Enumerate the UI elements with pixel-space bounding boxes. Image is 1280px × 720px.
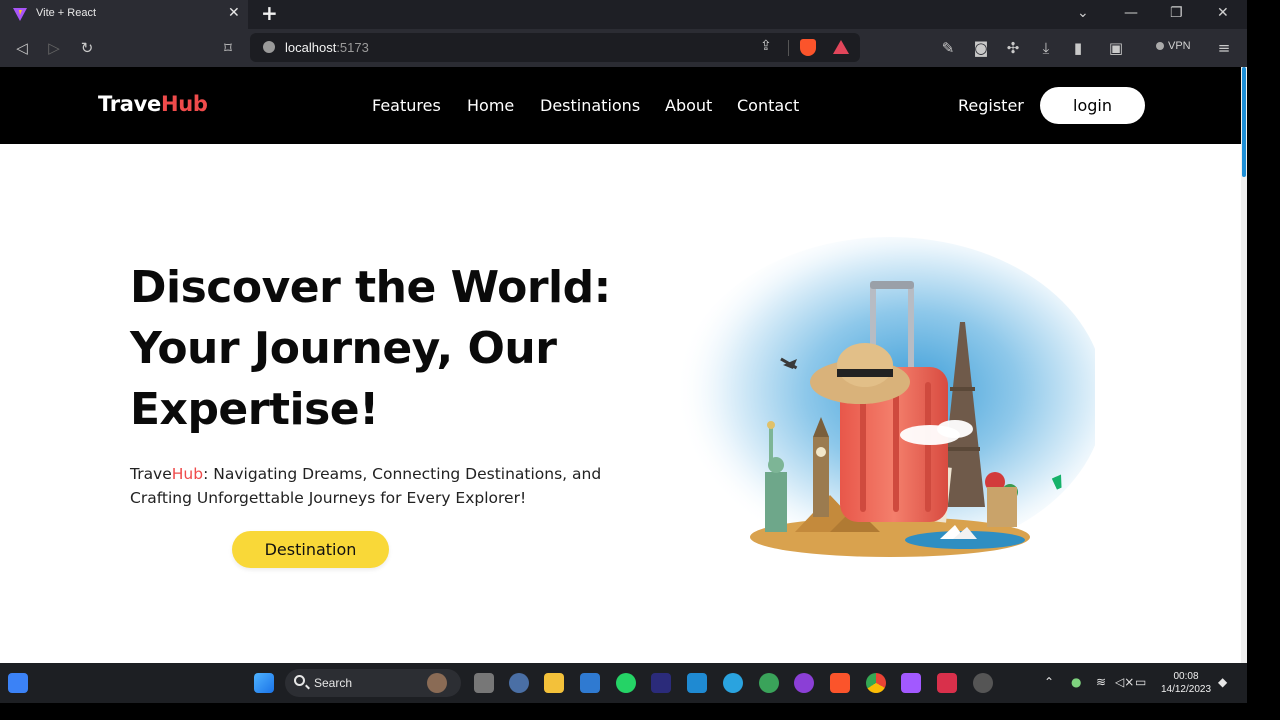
nav-link-destinations[interactable]: Destinations [540, 96, 640, 115]
whatsapp-icon[interactable] [616, 673, 636, 693]
restore-icon[interactable]: ❐ [1170, 5, 1183, 21]
vpn-button[interactable]: VPN [1156, 40, 1191, 52]
speaker-muted-icon[interactable]: ◁× [1115, 675, 1134, 689]
wallet-icon[interactable]: ▣ [1106, 38, 1126, 58]
taskbar-search[interactable]: Search [285, 669, 461, 697]
battery-icon[interactable]: ▭ [1135, 675, 1146, 689]
url-text[interactable]: localhost:5173 [285, 40, 369, 55]
chrome-icon[interactable] [866, 673, 886, 693]
vpn-label: VPN [1168, 40, 1191, 52]
hero-subtitle: TraveHub: Navigating Dreams, Connecting … [130, 462, 650, 510]
photos-icon[interactable] [580, 673, 600, 693]
wifi-icon[interactable]: ≋ [1096, 675, 1106, 689]
taskbar-clock[interactable]: 00:08 14/12/2023 [1158, 670, 1214, 696]
url-host: localhost [285, 40, 337, 55]
screenshot-icon[interactable]: ◙ [971, 38, 991, 58]
menu-icon[interactable]: ≡ [1214, 38, 1234, 58]
search-icon [294, 675, 305, 686]
tab-search-icon[interactable]: ⌄ [1077, 5, 1089, 21]
share-icon[interactable]: ⇪ [760, 38, 772, 54]
microphone-icon[interactable]: ● [1071, 675, 1081, 689]
windows-start-icon[interactable] [254, 673, 274, 693]
acrobat-icon[interactable] [937, 673, 957, 693]
tab-title: Vite + React [36, 7, 97, 19]
nav-link-contact[interactable]: Contact [737, 96, 799, 115]
nav-link-about[interactable]: About [665, 96, 712, 115]
search-label: Search [314, 676, 353, 690]
app-icon[interactable] [509, 673, 529, 693]
nav-link-home[interactable]: Home [467, 96, 514, 115]
scrollbar-thumb[interactable] [1242, 67, 1246, 177]
task-view-icon[interactable] [474, 673, 494, 693]
notification-bell-icon[interactable]: ◆ [1218, 675, 1227, 689]
register-link[interactable]: Register [958, 96, 1024, 115]
login-button[interactable]: login [1040, 87, 1145, 124]
site-navbar: TraveHub Features Home Destinations Abou… [0, 67, 1241, 144]
reload-icon[interactable]: ↻ [77, 38, 97, 58]
eyedropper-icon[interactable]: ✎ [938, 38, 958, 58]
chevron-up-icon[interactable]: ⌃ [1044, 675, 1054, 689]
extensions-icon[interactable]: ✣ [1003, 38, 1023, 58]
telegram-icon[interactable] [723, 673, 743, 693]
vpn-status-icon [1156, 42, 1164, 50]
logo-part-2: Hub [160, 92, 208, 116]
new-tab-button[interactable]: + [261, 3, 278, 23]
screen: Vite + React ✕ + ⌄ — ❐ ✕ ◁ ▷ ↻ ⌑ localho… [0, 0, 1280, 720]
browser-tab[interactable]: Vite + React ✕ [0, 0, 248, 29]
intellij-icon[interactable] [651, 673, 671, 693]
brave-shields-icon[interactable] [800, 39, 816, 56]
logo-part-1: Trave [98, 92, 161, 116]
back-icon[interactable]: ◁ [12, 38, 32, 58]
browser-toolbar: ◁ ▷ ↻ ⌑ localhost:5173 ⇪ ✎ ◙ ✣ ⤓ ▮ ▣ VPN… [0, 29, 1247, 67]
subtitle-brand-a: Trave [130, 465, 172, 483]
url-port: :5173 [336, 40, 369, 55]
download-icon[interactable]: ⤓ [1036, 38, 1056, 58]
bookmark-icon[interactable]: ⌑ [218, 38, 238, 58]
brave-rewards-icon[interactable] [833, 40, 849, 54]
clock-app-icon[interactable] [973, 673, 993, 693]
hero-title: Discover the World: Your Journey, Our Ex… [130, 262, 611, 435]
file-explorer-icon[interactable] [544, 673, 564, 693]
clock-date: 14/12/2023 [1160, 684, 1212, 695]
destination-button[interactable]: Destination [232, 531, 389, 568]
close-tab-icon[interactable]: ✕ [228, 5, 240, 21]
brave-browser-icon[interactable] [830, 673, 850, 693]
sidebar-icon[interactable]: ▮ [1068, 38, 1088, 58]
subtitle-brand-b: Hub [171, 465, 204, 483]
vscode-icon[interactable] [687, 673, 707, 693]
divider [788, 40, 789, 56]
info-icon[interactable] [263, 41, 275, 53]
clock-time: 00:08 [1173, 671, 1199, 682]
minimize-icon[interactable]: — [1124, 5, 1138, 21]
address-bar[interactable]: localhost:5173 ⇪ [250, 33, 860, 62]
site-logo[interactable]: TraveHub [98, 92, 208, 116]
search-highlight-icon [427, 673, 447, 693]
app-purple-icon[interactable] [794, 673, 814, 693]
close-window-icon[interactable]: ✕ [1217, 5, 1229, 21]
windows-taskbar: Search ⌃ ● ≋ ◁× ▭ 00:08 14/12/2023 ◆ [0, 663, 1247, 703]
app-green-icon[interactable] [759, 673, 779, 693]
screen-edge [1247, 0, 1280, 720]
forward-icon[interactable]: ▷ [44, 38, 64, 58]
nav-link-features[interactable]: Features [372, 96, 441, 115]
widgets-icon[interactable] [8, 673, 28, 693]
browser-tab-bar: Vite + React ✕ + ⌄ — ❐ ✕ [0, 0, 1247, 29]
figma-icon[interactable] [901, 673, 921, 693]
hero-travel-illustration [675, 237, 1095, 557]
page-viewport: TraveHub Features Home Destinations Abou… [0, 67, 1247, 663]
vite-logo-icon [13, 8, 27, 21]
